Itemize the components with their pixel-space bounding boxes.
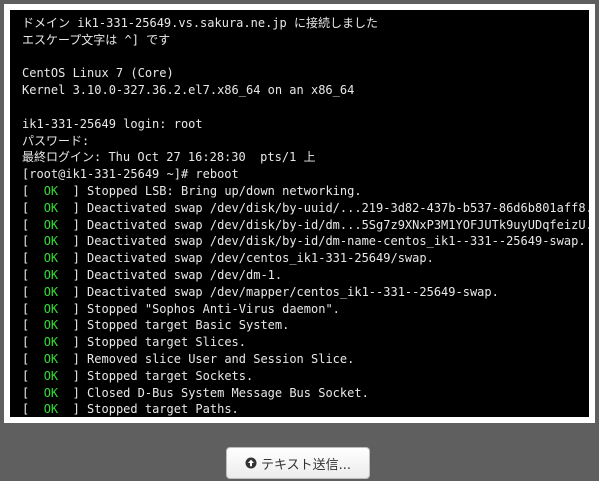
status-bracket-open: [ [22, 251, 44, 266]
footer-bar: テキスト送信... [0, 423, 599, 481]
console-status-line: [ OK ] Deactivated swap /dev/disk/by-uui… [22, 200, 589, 217]
console-text-line: Kernel 3.10.0-327.36.2.el7.x86_64 on an … [22, 83, 355, 98]
status-ok-badge: OK [43, 251, 59, 266]
console-text-line: ドメイン ik1-331-25649.vs.sakura.ne.jp に接続しま… [22, 16, 378, 30]
console-status-line: [ OK ] Closed D-Bus System Message Bus S… [22, 385, 589, 402]
status-message: Removed slice User and Session Slice. [87, 351, 355, 366]
status-bracket-close: ] [58, 385, 88, 400]
console-status-line: [ OK ] Deactivated swap /dev/disk/by-id/… [22, 217, 589, 234]
console-status-line: [ OK ] Removed slice User and Session Sl… [22, 351, 589, 368]
status-bracket-close: ] [58, 301, 88, 316]
status-bracket-open: [ [22, 200, 44, 215]
status-bracket-close: ] [58, 335, 88, 350]
status-ok-badge: OK [43, 318, 59, 333]
status-bracket-open: [ [22, 351, 44, 366]
console-status-line: [ OK ] Stopped target Basic System. [22, 317, 589, 334]
status-bracket-close: ] [58, 234, 88, 249]
status-ok-badge: OK [43, 385, 59, 400]
console-frame: ドメイン ik1-331-25649.vs.sakura.ne.jp に接続しま… [4, 4, 595, 423]
console-status-line: [ OK ] Deactivated swap /dev/centos_ik1-… [22, 250, 589, 267]
status-bracket-close: ] [58, 368, 88, 383]
status-ok-badge: OK [43, 183, 59, 198]
status-bracket-open: [ [22, 318, 44, 333]
console-status-line: [ OK ] Deactivated swap /dev/disk/by-id/… [22, 233, 589, 250]
console-text-line: パスワード: [22, 133, 90, 148]
console-status-line: [ OK ] Stopped target Sockets. [22, 368, 589, 385]
status-message: Stopped target Paths. [87, 402, 239, 417]
status-bracket-open: [ [22, 385, 44, 400]
status-bracket-open: [ [22, 335, 44, 350]
status-bracket-close: ] [58, 267, 88, 282]
status-ok-badge: OK [43, 335, 59, 350]
status-ok-badge: OK [43, 368, 59, 383]
status-bracket-open: [ [22, 234, 44, 249]
console-text-line [22, 49, 589, 66]
serial-console[interactable]: ドメイン ik1-331-25649.vs.sakura.ne.jp に接続しま… [10, 10, 589, 417]
status-bracket-close: ] [58, 217, 88, 232]
status-ok-badge: OK [43, 200, 59, 215]
status-bracket-close: ] [58, 284, 88, 299]
status-bracket-close: ] [58, 251, 88, 266]
status-ok-badge: OK [43, 351, 59, 366]
status-ok-badge: OK [43, 402, 59, 417]
status-message: Stopped LSB: Bring up/down networking. [87, 183, 362, 198]
console-status-line: [ OK ] Stopped target Paths. [22, 401, 589, 417]
console-text-line: ik1-331-25649 login: root [22, 116, 203, 131]
status-message: Deactivated swap /dev/disk/by-id/dm-name… [87, 234, 586, 249]
status-bracket-open: [ [22, 217, 44, 232]
status-bracket-close: ] [58, 318, 88, 333]
status-message: Stopped "Sophos Anti-Virus daemon". [87, 301, 340, 316]
status-message: Deactivated swap /dev/centos_ik1-331-256… [87, 251, 434, 266]
status-message: Deactivated swap /dev/mapper/centos_ik1-… [87, 284, 499, 299]
status-bracket-open: [ [22, 301, 44, 316]
status-message: Stopped target Basic System. [87, 318, 290, 333]
status-message: Stopped target Sockets. [87, 368, 254, 383]
send-text-button-label: テキスト送信... [260, 457, 351, 473]
upload-circle-icon [245, 457, 257, 469]
status-message: Deactivated swap /dev/disk/by-uuid/...21… [87, 200, 589, 215]
status-ok-badge: OK [43, 234, 59, 249]
console-text-line: [root@ik1-331-25649 ~]# reboot [22, 167, 239, 182]
status-bracket-open: [ [22, 183, 44, 198]
status-bracket-open: [ [22, 368, 44, 383]
status-bracket-close: ] [58, 183, 88, 198]
status-bracket-open: [ [22, 267, 44, 282]
status-message: Deactivated swap /dev/dm-1. [87, 267, 283, 282]
console-text-line: 最終ログイン: Thu Oct 27 16:28:30 pts/1 上 [22, 150, 316, 165]
console-text-line: CentOS Linux 7 (Core) [22, 66, 174, 81]
console-status-line: [ OK ] Deactivated swap /dev/dm-1. [22, 267, 589, 284]
console-status-line: [ OK ] Stopped "Sophos Anti-Virus daemon… [22, 301, 589, 318]
status-bracket-close: ] [58, 351, 88, 366]
status-ok-badge: OK [43, 267, 59, 282]
status-bracket-close: ] [58, 200, 88, 215]
status-ok-badge: OK [43, 301, 59, 316]
status-ok-badge: OK [43, 284, 59, 299]
console-text-line: エスケープ文字は ^] です [22, 32, 171, 47]
console-status-line: [ OK ] Deactivated swap /dev/mapper/cent… [22, 284, 589, 301]
status-message: Stopped target Slices. [87, 335, 246, 350]
status-bracket-open: [ [22, 402, 44, 417]
console-text-line [22, 99, 589, 116]
console-status-line: [ OK ] Stopped LSB: Bring up/down networ… [22, 183, 589, 200]
status-bracket-open: [ [22, 284, 44, 299]
status-bracket-close: ] [58, 402, 88, 417]
console-status-line: [ OK ] Stopped target Slices. [22, 334, 589, 351]
status-message: Closed D-Bus System Message Bus Socket. [87, 385, 369, 400]
status-message: Deactivated swap /dev/disk/by-id/dm...5S… [87, 217, 589, 232]
send-text-button[interactable]: テキスト送信... [226, 447, 370, 479]
status-ok-badge: OK [43, 217, 59, 232]
